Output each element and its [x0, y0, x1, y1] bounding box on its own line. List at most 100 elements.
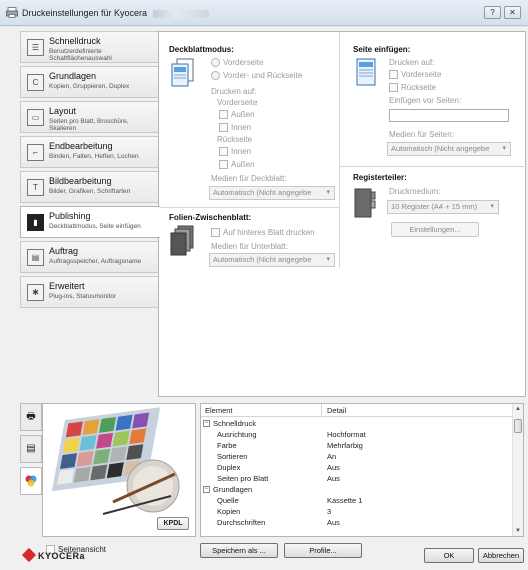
row-value: An: [327, 452, 337, 461]
table-row: Sortieren An: [201, 452, 513, 462]
cover-front-inside-label: Innen: [231, 123, 252, 132]
table-row-group[interactable]: − Grundlagen: [201, 485, 513, 495]
divider: [159, 207, 339, 208]
insert-front-checkbox[interactable]: [389, 70, 398, 79]
tabs-title: Registerteiler:: [353, 173, 407, 182]
tab-document-icon[interactable]: ▤: [20, 435, 42, 463]
row-label: Schnelldruck: [213, 419, 256, 428]
tab-color-icon[interactable]: [20, 467, 42, 495]
nav-item-schnelldruck[interactable]: ☰ Schnelldruck Benutzerdefinierte Schalt…: [20, 31, 158, 63]
row-value: Aus: [327, 474, 340, 483]
table-row-group[interactable]: − Schnelldruck: [201, 419, 513, 429]
cover-print-on-label: Drucken auf:: [211, 87, 257, 96]
row-value: Aus: [327, 518, 340, 527]
chevron-down-icon: ▾: [490, 203, 494, 210]
scroll-down-icon[interactable]: ▼: [513, 526, 523, 536]
nav-label: Erweitert: [49, 281, 85, 291]
summary-tabs: 🖶 ▤: [20, 403, 42, 513]
publishing-panel: Deckblattmodus: Vorderseite Vorder- und …: [158, 31, 526, 397]
tabs-media-label: Druckmedium:: [389, 187, 441, 196]
cover-back-inside-label: Innen: [231, 147, 252, 156]
cover-front-side-label: Vorderseite: [217, 98, 258, 107]
nav-sublabel: Seiten pro Blatt, Broschüre, Skalieren: [49, 118, 129, 132]
printer-icon: [6, 7, 18, 18]
cover-front-inside-checkbox[interactable]: [219, 123, 228, 132]
nav-item-layout[interactable]: ▭ Layout Seiten pro Blatt, Broschüre, Sk…: [20, 101, 158, 133]
foil-print-back-checkbox[interactable]: [211, 228, 220, 237]
kpdl-badge: KPDL: [157, 517, 189, 530]
help-button[interactable]: ?: [484, 6, 501, 19]
nav-item-endbearbeitung[interactable]: ⌐ Endbearbeitung Binden, Falten, Heften,…: [20, 136, 158, 168]
foil-media-select[interactable]: Automatisch (Nicht angegebe ▾: [209, 253, 335, 267]
cover-media-select[interactable]: Automatisch (Nicht angegebe ▾: [209, 186, 335, 200]
nav-item-grundlagen[interactable]: C Grundlagen Kopien, Gruppieren, Duplex: [20, 66, 158, 98]
divider: [340, 166, 526, 167]
settings-summary-table: Element Detail − Schnelldruck Ausrichtung…: [200, 403, 524, 537]
dialog-footer: KYOCERa OK Abbrechen: [0, 540, 528, 570]
foil-media-label: Medien für Unterblatt:: [211, 242, 288, 251]
cover-both-radio[interactable]: [211, 71, 220, 80]
row-value: Mehrfarbig: [327, 441, 363, 450]
collapse-icon[interactable]: −: [203, 486, 210, 493]
cancel-button[interactable]: Abbrechen: [478, 548, 524, 563]
insert-page-icon: [356, 58, 376, 86]
collapse-icon[interactable]: −: [203, 420, 210, 427]
nav-item-erweitert[interactable]: ✱ Erweitert Plug-ins, Statusmonitor: [20, 276, 158, 308]
category-nav: ☰ Schnelldruck Benutzerdefinierte Schalt…: [20, 31, 160, 397]
kyocera-logo: KYOCERa: [21, 547, 86, 563]
cover-back-outside-checkbox[interactable]: [219, 160, 228, 169]
nav-item-auftrag[interactable]: ▤ Auftrag Auftragsspeicher, Auftragsname: [20, 241, 158, 273]
row-label: Ausrichtung: [217, 430, 257, 439]
insert-before-input[interactable]: [389, 109, 509, 122]
nav-label: Auftrag: [49, 246, 79, 256]
table-row: Durchschriften Aus: [201, 518, 513, 528]
scroll-up-icon[interactable]: ▲: [513, 404, 523, 414]
nav-item-publishing[interactable]: ▮ Publishing Deckblattmodus, Seite einfü…: [20, 206, 160, 238]
row-label: Sortieren: [217, 452, 248, 461]
cover-back-outside-label: Außen: [231, 160, 255, 169]
cover-front-label: Vorderseite: [223, 58, 264, 67]
nav-sublabel: Benutzerdefinierte Schaltflächenauswahl: [49, 48, 112, 62]
tab-divider-icon: [354, 188, 376, 218]
nav-label: Publishing: [49, 211, 91, 221]
cover-front-radio[interactable]: [211, 58, 220, 67]
row-label: Duplex: [217, 463, 241, 472]
nav-sublabel: Kopien, Gruppieren, Duplex: [49, 83, 130, 90]
close-button[interactable]: ✕: [504, 6, 521, 19]
cover-both-label: Vorder- und Rückseite: [223, 71, 303, 80]
tab-printer-icon[interactable]: 🖶: [20, 403, 42, 431]
table-scrollbar[interactable]: ▲ ▼: [512, 404, 523, 536]
insert-media-select[interactable]: Automatisch (Nicht angegebe ▾: [387, 142, 511, 156]
column-header-element: Element: [205, 406, 233, 415]
window-title: Druckeinstellungen für Kyocera: [22, 8, 210, 18]
row-value: Kassette 1: [327, 496, 363, 505]
cover-media-label: Medien für Deckblatt:: [211, 174, 287, 183]
nav-sublabel: Deckblattmodus, Seite einfügen: [49, 223, 141, 230]
table-header: Element Detail: [201, 404, 513, 417]
chevron-down-icon: ▾: [326, 256, 330, 263]
nav-label: Endbearbeitung: [49, 141, 113, 151]
nav-item-bildbearbeitung[interactable]: T Bildbearbeitung Bilder, Grafiken, Schr…: [20, 171, 158, 203]
foil-print-back-label: Auf hinteres Blatt drucken: [223, 228, 315, 237]
row-label: Seiten pro Blatt: [217, 474, 269, 483]
layout-icon: ▭: [27, 109, 44, 126]
insert-back-checkbox[interactable]: [389, 83, 398, 92]
advanced-icon: ✱: [27, 284, 44, 301]
print-preview: KPDL: [42, 403, 196, 537]
ok-button[interactable]: OK: [424, 548, 474, 563]
nav-sublabel: Binden, Falten, Heften, Lochen: [49, 153, 139, 160]
cover-media-value: Automatisch (Nicht angegebe: [213, 188, 312, 197]
tabs-settings-button[interactable]: Einstellungen...: [391, 222, 479, 237]
title-bar: Druckeinstellungen für Kyocera ? ✕: [0, 0, 528, 26]
cover-front-outside-checkbox[interactable]: [219, 110, 228, 119]
tabs-media-select[interactable]: 10 Register (A4 + 15 mm) ▾: [387, 200, 499, 214]
row-value: 3: [327, 507, 332, 516]
cover-front-outside-label: Außen: [231, 110, 255, 119]
insert-before-label: Einfügen vor Seiten:: [389, 96, 462, 105]
row-value: Aus: [327, 463, 340, 472]
nav-label: Grundlagen: [49, 71, 97, 81]
divider: [339, 32, 340, 268]
scroll-thumb[interactable]: [514, 419, 522, 433]
brand-text: KYOCERa: [38, 551, 86, 561]
cover-back-inside-checkbox[interactable]: [219, 147, 228, 156]
